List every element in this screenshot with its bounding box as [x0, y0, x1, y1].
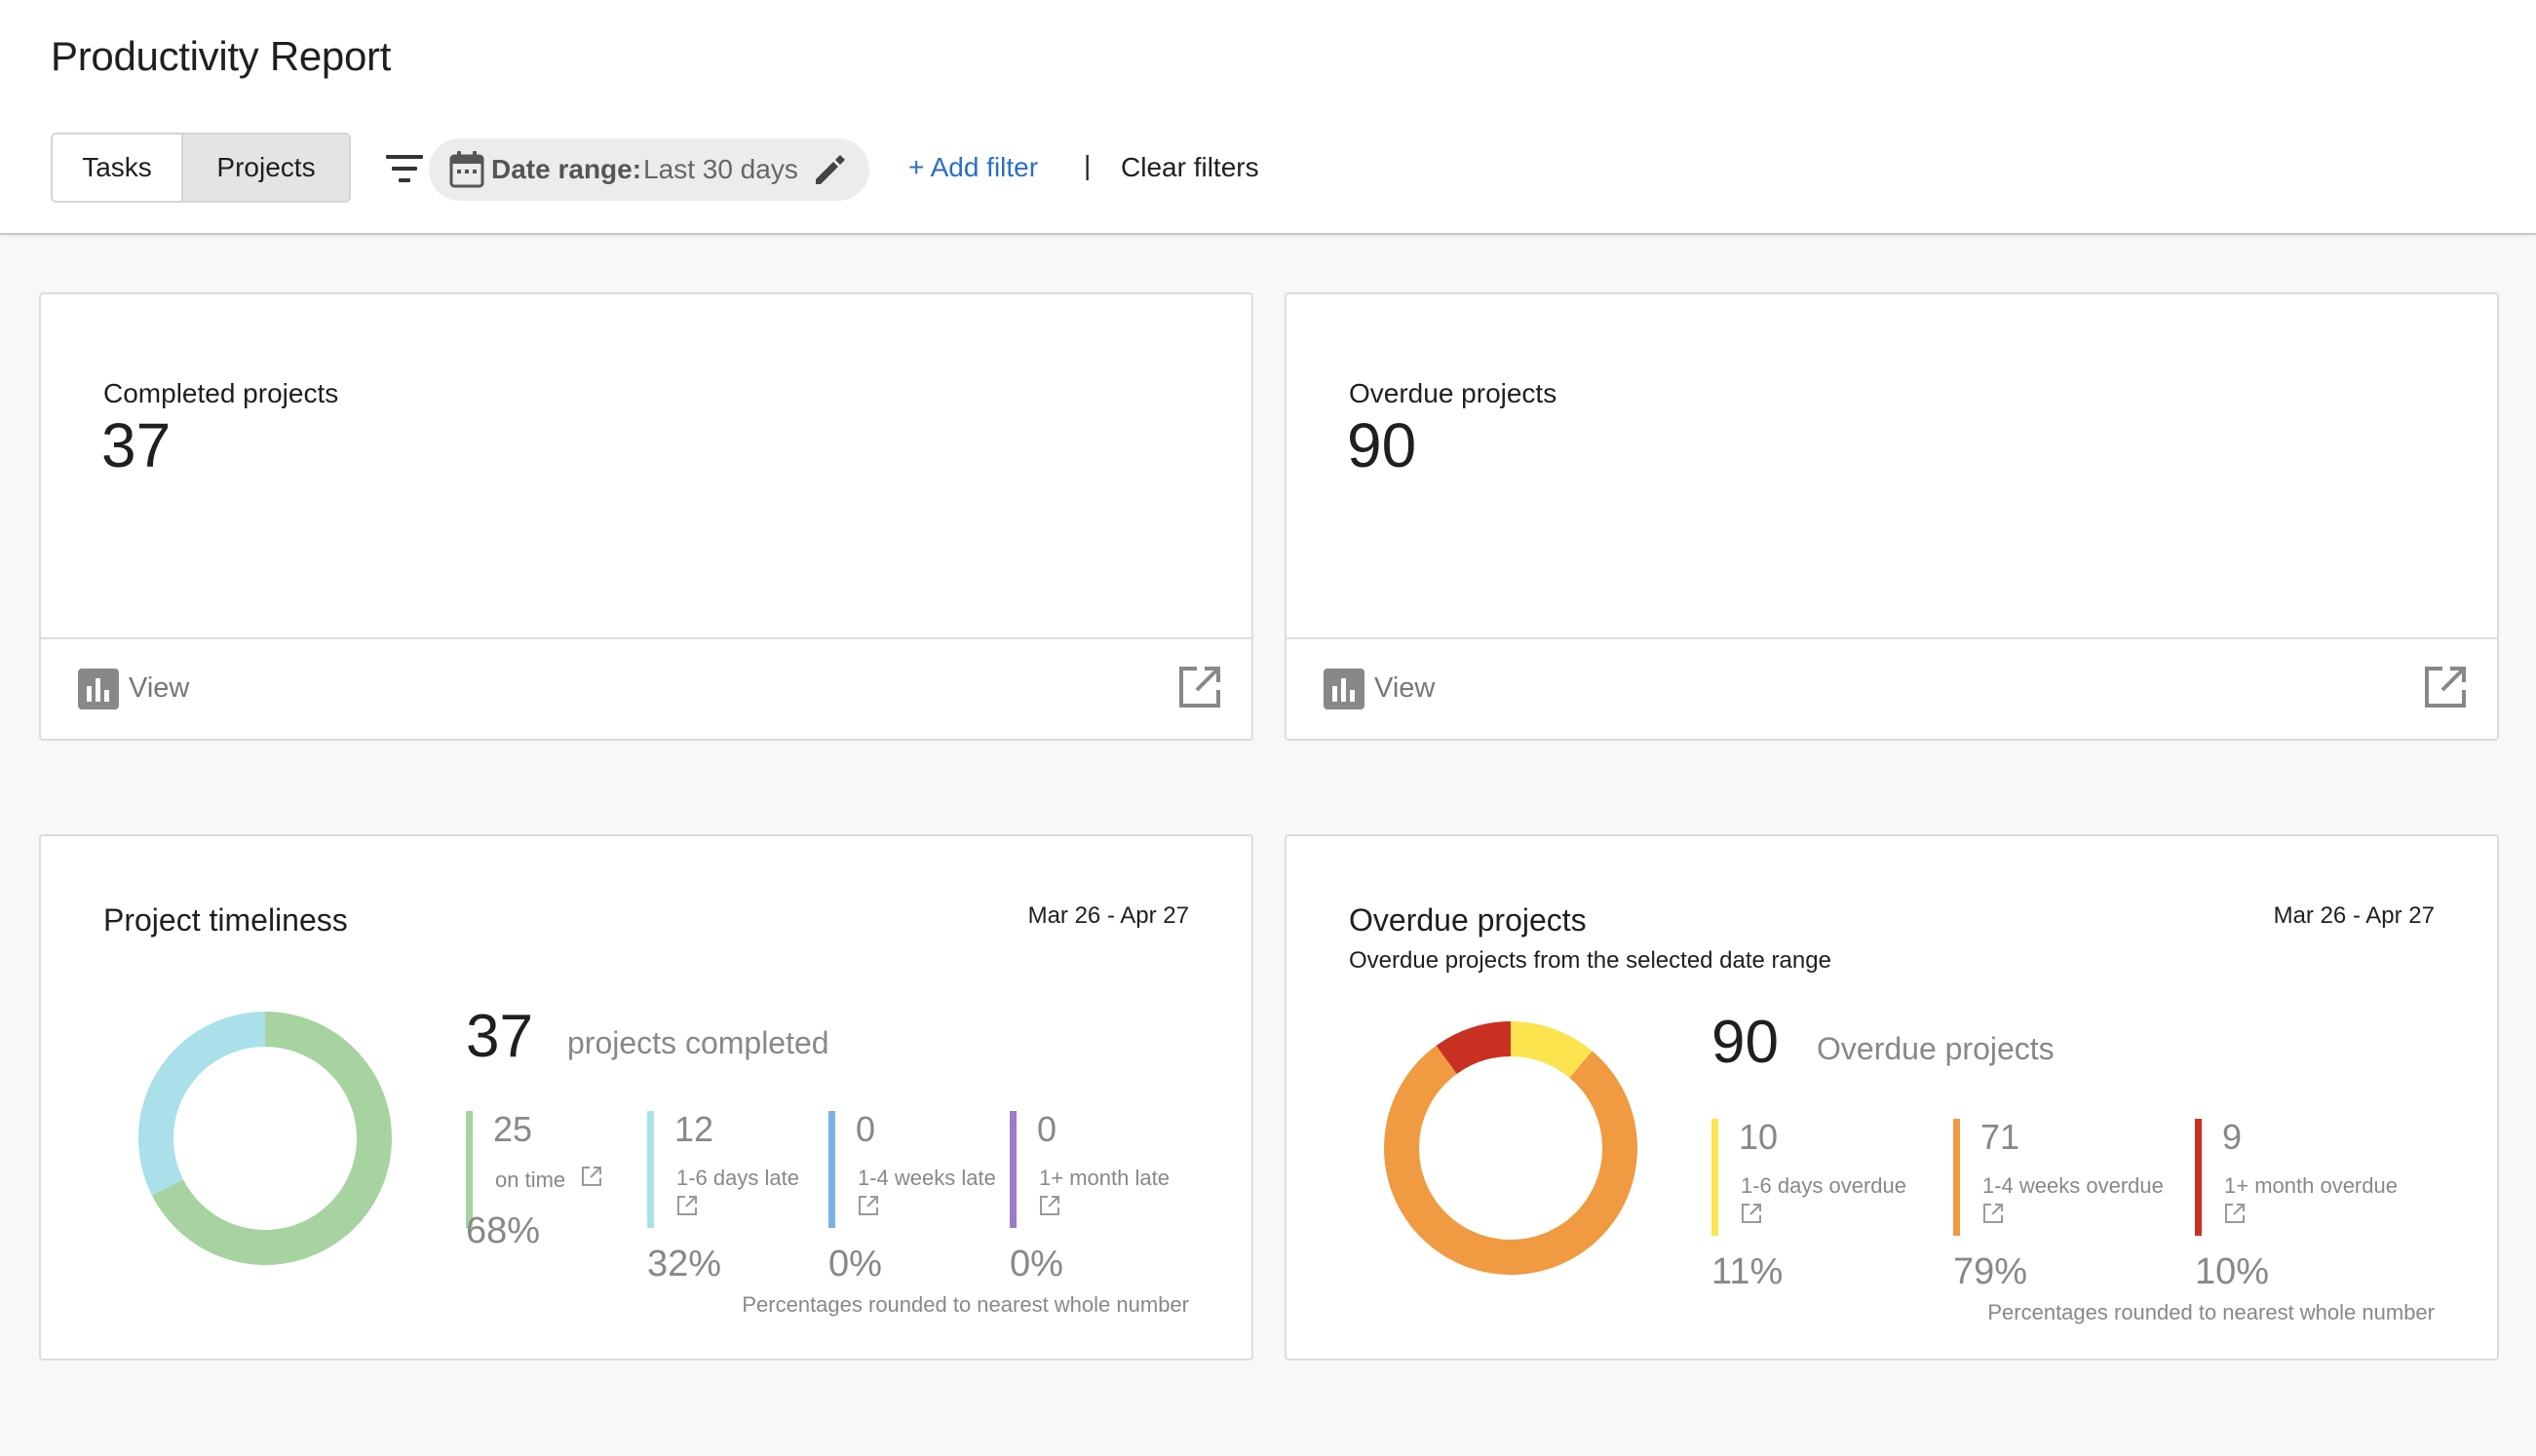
metric-label[interactable]: 1-6 days overdue: [1741, 1173, 1906, 1199]
metric-label[interactable]: 1+ month late: [1039, 1166, 1170, 1191]
view-link[interactable]: View: [129, 672, 189, 705]
overdue-projects-card: Overdue projects 90 View: [1285, 292, 2499, 741]
chart-subtitle: Overdue projects from the selected date …: [1349, 947, 1831, 974]
separator: |: [1084, 150, 1092, 180]
metric-color-bar: [647, 1111, 654, 1228]
metric-1-4-weeks-late: 0 1-4 weeks late: [828, 1109, 1004, 1228]
metric-label[interactable]: on time: [495, 1168, 565, 1193]
footnote: Percentages rounded to nearest whole num…: [742, 1292, 1189, 1317]
footnote: Percentages rounded to nearest whole num…: [1987, 1300, 2435, 1324]
metric-percent: 79%: [1953, 1251, 2028, 1292]
donut-segment-1: [1384, 1045, 1637, 1275]
metric-count: 25: [493, 1109, 533, 1149]
total-label: projects completed: [567, 1025, 829, 1060]
completed-projects-card: Completed projects 37 View: [39, 292, 1253, 741]
external-link-icon[interactable]: [1982, 1203, 2004, 1224]
metric-percent: 32%: [647, 1244, 722, 1284]
total-count: 90: [1711, 1009, 1779, 1076]
external-link-icon[interactable]: [581, 1166, 602, 1187]
overdue-projects-chart-card: Overdue projects Overdue projects from t…: [1285, 834, 2499, 1360]
filter-icon[interactable]: [384, 152, 425, 185]
report-header: Productivity Report Tasks Projects Date …: [0, 0, 2536, 235]
tab-tasks[interactable]: Tasks: [53, 134, 183, 201]
view-link[interactable]: View: [1374, 672, 1435, 705]
metric-label[interactable]: 1-4 weeks late: [858, 1166, 996, 1191]
card-footer: View: [41, 637, 1251, 739]
stat-value: 37: [101, 410, 172, 480]
metric-percent: 11%: [1711, 1251, 1784, 1292]
date-range-label: Mar 26 - Apr 27: [2273, 902, 2435, 929]
metric-color-bar: [828, 1111, 835, 1228]
filter-chip-label: Date range:: [491, 154, 642, 184]
view-switcher: Tasks Projects: [51, 133, 351, 203]
metric-percent: 0%: [1010, 1244, 1063, 1284]
timeliness-donut-chart: [138, 1012, 393, 1265]
metric-1-6-days-overdue: 10 1-6 days overdue: [1711, 1117, 1906, 1236]
metric-percent: 10%: [2195, 1251, 2270, 1292]
metric-label[interactable]: 1-6 days late: [676, 1166, 799, 1191]
chart-title: Project timeliness: [103, 902, 348, 938]
metric-percent: 0%: [828, 1244, 882, 1284]
metric-count: 9: [2222, 1117, 2243, 1157]
stat-label: Overdue projects: [1349, 378, 1557, 408]
metric-color-bar: [1010, 1111, 1017, 1228]
metric-percent: 68%: [466, 1210, 541, 1251]
metric-count: 71: [1980, 1117, 2020, 1157]
calendar-icon: [449, 151, 484, 188]
metric-1-month-overdue: 9 1+ month overdue: [2195, 1117, 2398, 1236]
external-link-icon[interactable]: [2423, 665, 2468, 709]
metric-color-bar: [1711, 1119, 1718, 1236]
metric-count: 12: [674, 1109, 714, 1149]
project-timeliness-card: Project timeliness Mar 26 - Apr 27 37 pr…: [39, 834, 1253, 1360]
metric-color-bar: [1953, 1119, 1960, 1236]
external-link-icon[interactable]: [858, 1195, 879, 1216]
add-filter-link[interactable]: + Add filter: [908, 152, 1038, 183]
external-link-icon[interactable]: [1039, 1195, 1060, 1216]
filter-chip-value: Last 30 days: [643, 154, 798, 184]
metric-label[interactable]: 1+ month overdue: [2224, 1173, 2398, 1199]
clear-filters-link[interactable]: Clear filters: [1121, 152, 1259, 183]
bar-chart-icon[interactable]: [78, 669, 119, 709]
external-link-icon[interactable]: [1177, 665, 1222, 709]
chart-title: Overdue projects: [1349, 902, 1587, 938]
metric-count: 0: [1037, 1109, 1057, 1149]
date-range-label: Mar 26 - Apr 27: [1027, 902, 1189, 929]
external-link-icon[interactable]: [2224, 1203, 2246, 1224]
stat-label: Completed projects: [103, 378, 339, 408]
metric-color-bar: [2195, 1119, 2202, 1236]
metric-count: 10: [1739, 1117, 1779, 1157]
overdue-donut-chart: [1384, 1021, 1637, 1275]
date-range-filter-chip[interactable]: Date range: Last 30 days: [429, 138, 869, 201]
bar-chart-icon[interactable]: [1324, 669, 1364, 709]
metric-count: 0: [856, 1109, 876, 1149]
tab-projects[interactable]: Projects: [183, 134, 349, 201]
page-title: Productivity Report: [51, 33, 392, 79]
metric-label[interactable]: 1-4 weeks overdue: [1982, 1173, 2164, 1199]
total-label: Overdue projects: [1817, 1031, 2055, 1066]
pencil-icon[interactable]: [810, 150, 849, 189]
donut-segment-1: [138, 1012, 265, 1196]
external-link-icon[interactable]: [1741, 1203, 1762, 1224]
metric-1-6-days-late: 12 1-6 days late: [647, 1109, 823, 1228]
external-link-icon[interactable]: [676, 1195, 698, 1216]
total-count: 37: [466, 1003, 533, 1070]
metric-1-month-late: 0 1+ month late: [1010, 1109, 1185, 1228]
stat-value: 90: [1347, 410, 1417, 480]
card-footer: View: [1287, 637, 2497, 739]
metric-1-4-weeks-overdue: 71 1-4 weeks overdue: [1953, 1117, 2164, 1236]
